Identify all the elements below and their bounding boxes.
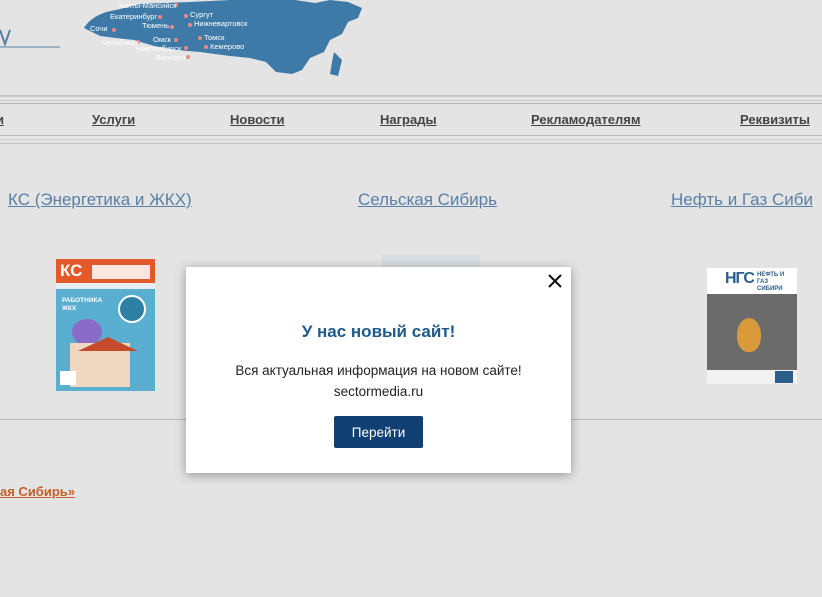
magazine-link-selskaya-sibir[interactable]: Сельская Сибирь [358, 190, 497, 210]
cover-logo: КС [60, 261, 83, 280]
modal-message-line: Вся актуальная информация на новом сайте… [235, 363, 522, 378]
cover-headline: НЕФТЬ И ГАЗ СИБИРИ [757, 272, 785, 292]
new-site-modal: У нас новый сайт! Вся актуальная информа… [186, 267, 571, 473]
map-city-label: Томск [204, 33, 225, 42]
magazine-cover-neft-gaz[interactable]: НГС НЕФТЬ И ГАЗ СИБИРИ [707, 268, 797, 384]
map-city-label: Сургут [190, 10, 214, 19]
map-city-label: Нижневартовск [194, 19, 248, 28]
close-icon[interactable] [545, 271, 565, 291]
map-city-label: Сочи [90, 24, 108, 33]
divider [0, 143, 822, 144]
nav-item-truncated[interactable]: и [0, 112, 4, 127]
map-city-label: Екатеринбург [110, 12, 157, 21]
nav-item-awards[interactable]: Награды [380, 112, 437, 127]
footer-link-selskaya-sibir[interactable]: ая Сибирь» [0, 484, 75, 499]
nav-item-services[interactable]: Услуги [92, 112, 135, 127]
modal-message: Вся актуальная информация на новом сайте… [186, 360, 571, 402]
divider [0, 139, 822, 140]
map-city-label: Тюмень [142, 21, 169, 30]
divider [0, 135, 822, 136]
cover-headline: РАБОТНИКА ЖКХ [62, 297, 103, 312]
nav-item-news[interactable]: Новости [230, 112, 285, 127]
russia-map: Ханты-Мансийск Сургут Екатеринбург Нижне… [84, 0, 362, 76]
map-city-label: Омск [153, 35, 172, 44]
site-header: Ханты-Мансийск Сургут Екатеринбург Нижне… [0, 0, 822, 95]
main-nav: и Услуги Новости Награды Рекламодателям … [0, 104, 822, 134]
map-city-label: Кемерово [210, 42, 244, 51]
go-button[interactable]: Перейти [334, 416, 423, 448]
magazine-link-ks[interactable]: КС (Энергетика и ЖКХ) [8, 190, 192, 210]
modal-title: У нас новый сайт! [301, 322, 456, 341]
nav-item-advertisers[interactable]: Рекламодателям [531, 112, 640, 127]
magazine-cover-ks[interactable]: КС РАБОТНИКА ЖКХ [56, 259, 155, 391]
nav-item-requisites[interactable]: Реквизиты [740, 112, 810, 127]
modal-site-url: sectormedia.ru [333, 384, 424, 399]
divider [0, 95, 822, 97]
map-city-label: Ханты-Мансийск [118, 1, 177, 10]
map-city-label: Челябинск [102, 38, 140, 47]
magazine-link-neft-gaz[interactable]: Нефть и Газ Сиби [671, 190, 813, 210]
logo-fragment[interactable] [0, 14, 62, 48]
map-city-label: Новосибирск [136, 44, 182, 53]
cover-logo: НГС [725, 270, 755, 287]
divider [0, 100, 822, 101]
map-city-label: Барнаул [156, 53, 185, 62]
